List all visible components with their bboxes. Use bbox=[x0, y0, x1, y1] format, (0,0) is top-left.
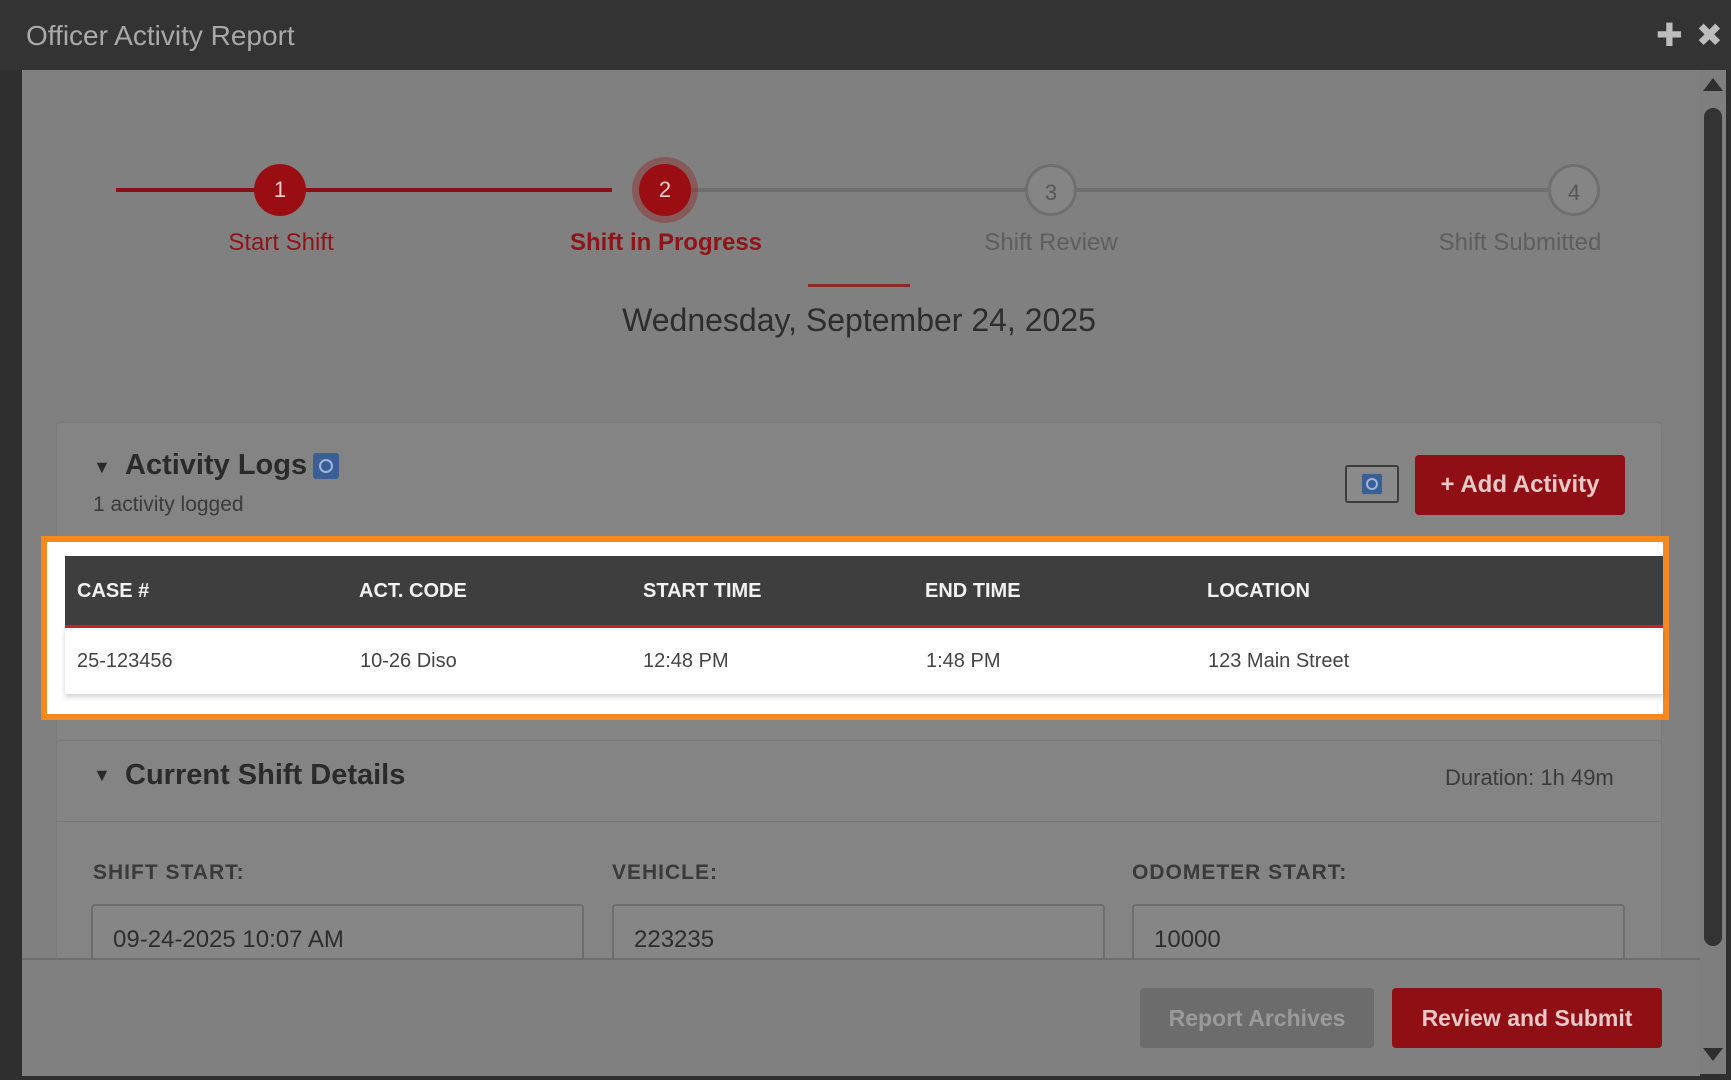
step-4-circle: 4 bbox=[1548, 164, 1600, 216]
report-date: Wednesday, September 24, 2025 bbox=[622, 302, 1096, 338]
export-button[interactable] bbox=[1345, 465, 1399, 503]
report-archives-button[interactable]: Report Archives bbox=[1140, 988, 1374, 1048]
close-icon[interactable]: ✖ bbox=[1696, 16, 1723, 54]
table-row[interactable]: 25-123456 10-26 Diso 12:48 PM 1:48 PM 12… bbox=[65, 628, 1663, 694]
step-3-circle: 3 bbox=[1025, 164, 1077, 216]
shift-duration: Duration: 1h 49m bbox=[1445, 765, 1614, 790]
table-header: CASE # ACT. CODE START TIME END TIME LOC… bbox=[65, 556, 1663, 628]
cell-start-time: 12:48 PM bbox=[643, 650, 729, 672]
scroll-down-arrow-icon[interactable] bbox=[1703, 1048, 1723, 1061]
step-3-label: Shift Review bbox=[984, 229, 1118, 256]
odometer-start-label: ODOMETER START: bbox=[1132, 861, 1348, 884]
vehicle-field[interactable]: 223235 bbox=[612, 904, 1105, 964]
collapse-chevron-icon[interactable]: ▼ bbox=[93, 765, 111, 786]
add-activity-button[interactable]: + Add Activity bbox=[1415, 455, 1625, 515]
cell-case: 25-123456 bbox=[77, 650, 173, 672]
footer-bar: Report Archives Review and Submit bbox=[22, 958, 1700, 1076]
col-start-time: START TIME bbox=[643, 580, 762, 602]
activity-logs-title: Activity Logs bbox=[125, 449, 308, 481]
maximize-icon[interactable]: ✚ bbox=[1656, 16, 1683, 54]
shift-start-field[interactable]: 09-24-2025 10:07 AM bbox=[91, 904, 584, 964]
cell-location: 123 Main Street bbox=[1208, 650, 1350, 672]
export-icon bbox=[1362, 474, 1382, 494]
window-title: Officer Activity Report bbox=[26, 20, 295, 51]
vehicle-label: VEHICLE: bbox=[612, 861, 719, 884]
scroll-up-arrow-icon[interactable] bbox=[1703, 78, 1723, 91]
col-end-time: END TIME bbox=[925, 580, 1021, 602]
shift-details-title: Current Shift Details bbox=[125, 759, 406, 791]
sync-icon[interactable] bbox=[313, 453, 339, 479]
panel-divider bbox=[57, 821, 1661, 822]
col-location: LOCATION bbox=[1207, 580, 1310, 602]
col-act-code: ACT. CODE bbox=[359, 580, 467, 602]
title-bar: Officer Activity Report ✚ ✖ bbox=[0, 0, 1731, 70]
col-case: CASE # bbox=[77, 580, 150, 602]
step-1-circle: 1 bbox=[254, 164, 306, 216]
review-submit-button[interactable]: Review and Submit bbox=[1392, 988, 1662, 1048]
cell-end-time: 1:48 PM bbox=[926, 650, 1001, 672]
scroll-thumb[interactable] bbox=[1704, 108, 1722, 946]
date-underline bbox=[808, 284, 910, 287]
activity-table-highlight: CASE # ACT. CODE START TIME END TIME LOC… bbox=[41, 536, 1669, 720]
cell-act-code: 10-26 Diso bbox=[360, 650, 457, 672]
stepper-track-complete bbox=[116, 188, 612, 192]
step-4-label: Shift Submitted bbox=[1438, 229, 1602, 256]
step-1-label: Start Shift bbox=[228, 229, 334, 256]
activity-count: 1 activity logged bbox=[93, 493, 244, 516]
step-2-circle: 2 bbox=[639, 164, 691, 216]
report-window: Officer Activity Report ✚ ✖ 1 Start Shif… bbox=[0, 0, 1731, 1080]
shift-start-label: SHIFT START: bbox=[93, 861, 245, 884]
stepper-track-pending bbox=[690, 188, 1578, 192]
step-2-label: Shift in Progress bbox=[569, 229, 763, 256]
collapse-chevron-icon[interactable]: ▼ bbox=[93, 457, 111, 478]
odometer-start-field[interactable]: 10000 bbox=[1132, 904, 1625, 964]
